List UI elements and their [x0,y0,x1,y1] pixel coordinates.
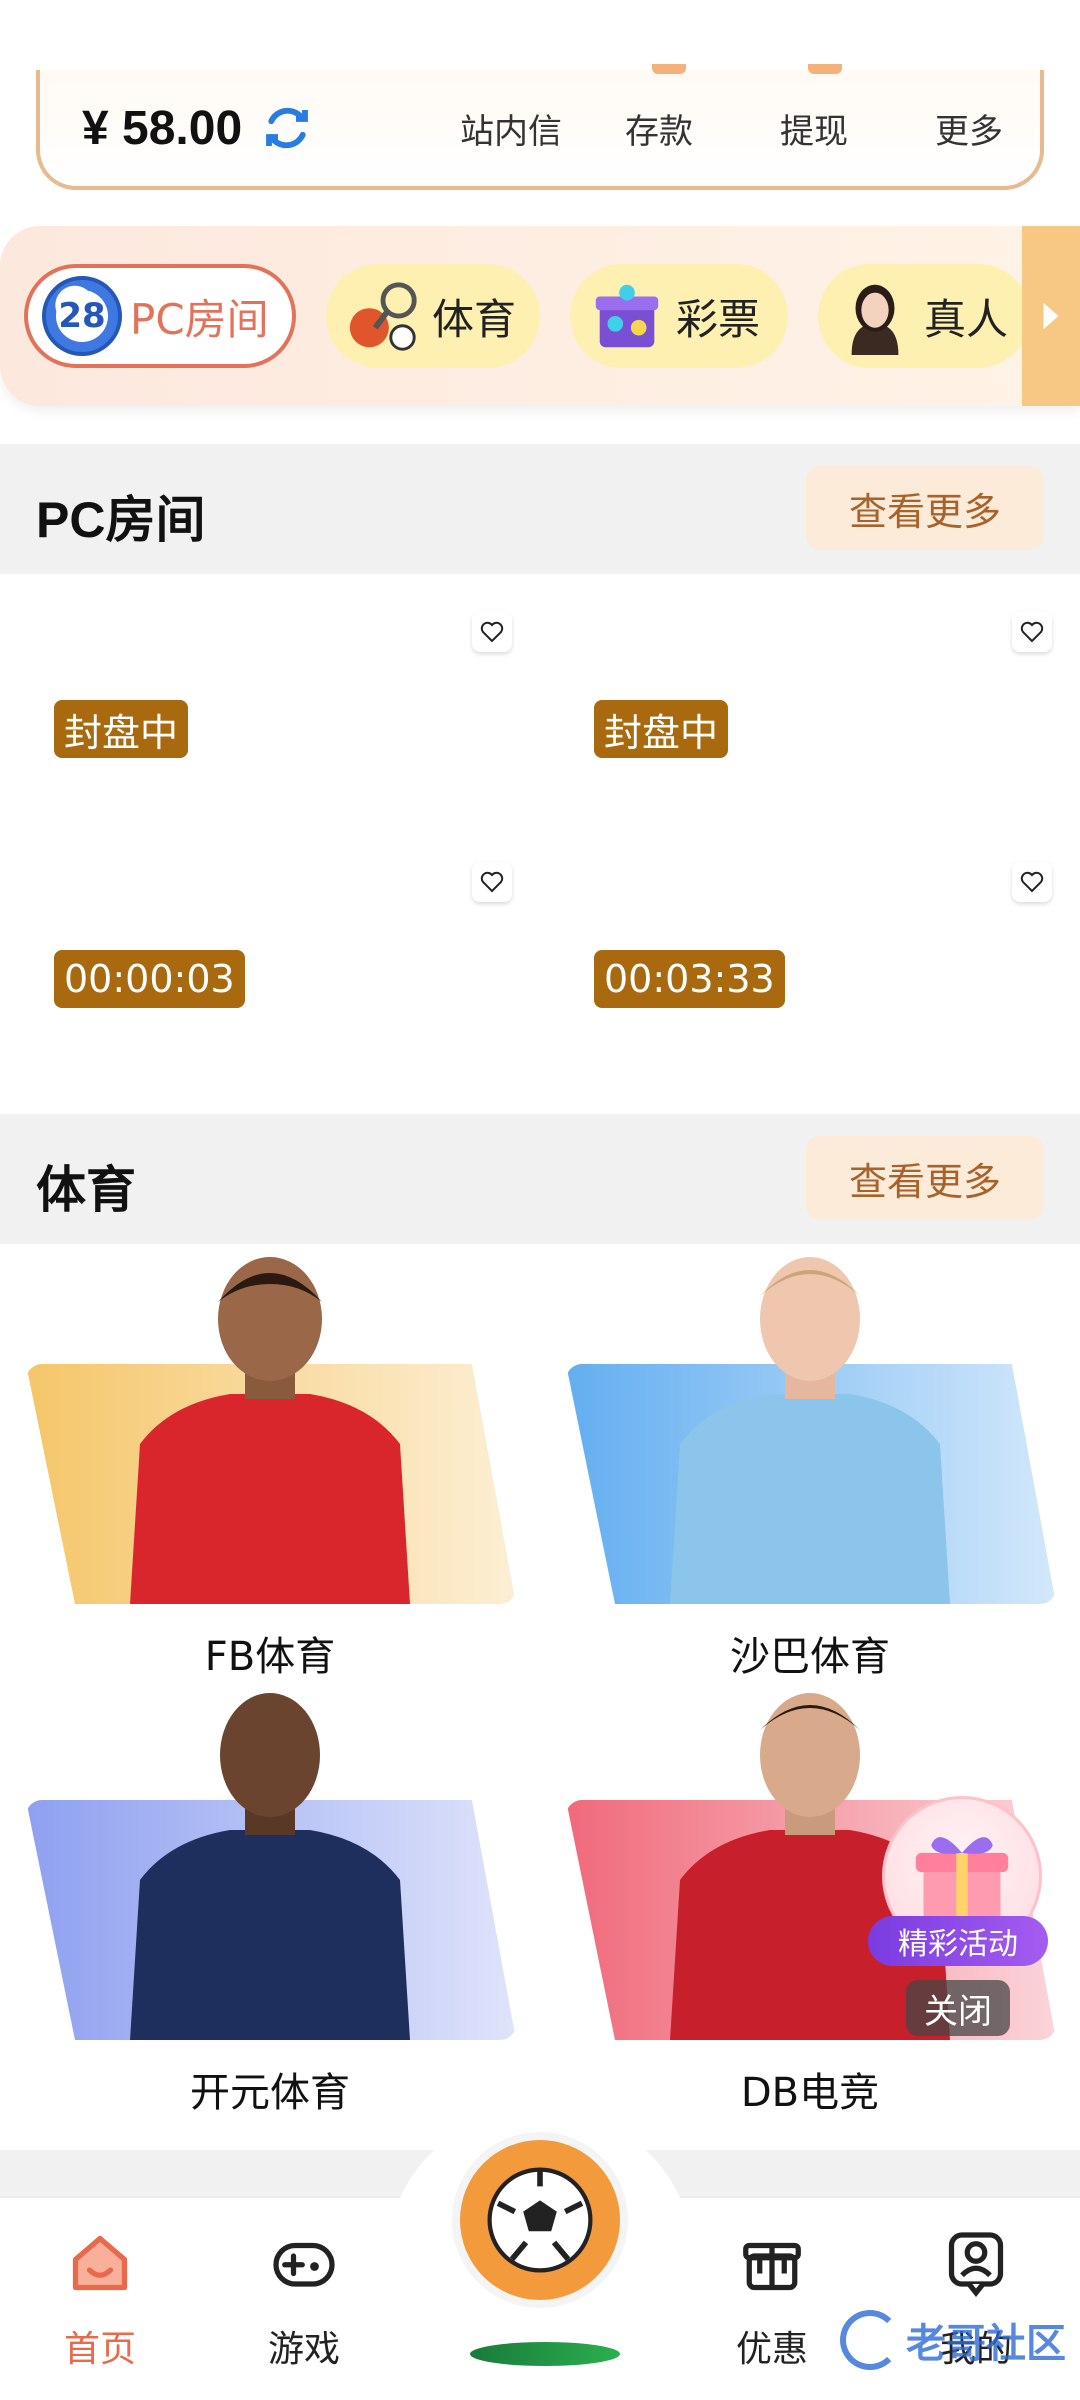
chevron-right-icon [1043,302,1059,330]
wallet-link-withdraw[interactable]: 提现 [780,104,848,153]
nav-games[interactable]: 游戏 [224,2228,384,2388]
category-label: PC房间 [130,294,269,344]
wallet-link-messages[interactable]: 站内信 [460,104,562,153]
heart-icon[interactable] [1012,612,1052,652]
nav-home[interactable]: 首页 [20,2228,180,2388]
pc-room-28-icon: 28 [42,276,122,356]
category-tab-lottery[interactable]: 彩票 [570,264,788,368]
pc-room-card[interactable]: 00:03:33 [540,840,1080,1090]
category-tab-pc-room[interactable]: 28 PC房间 [24,264,296,368]
profile-icon [948,2232,1004,2297]
sports-section-header: 体育 查看更多 [0,1114,1080,1244]
nav-label: 游戏 [267,2329,340,2370]
room-status-badge: 封盘中 [54,700,189,758]
pc-room-card[interactable]: 00:00:03 [0,840,540,1090]
gift-box-icon [743,2242,801,2291]
partial-logo [470,2342,620,2366]
promo-float[interactable]: 精彩活动 关闭 [868,1796,1048,2046]
nav-offers[interactable]: 优惠 [692,2228,852,2388]
refresh-icon[interactable] [260,101,314,155]
sport-name: FB体育 [204,1634,336,1680]
heart-icon[interactable] [472,612,512,652]
player-image [130,1257,410,1604]
pc-section-header: PC房间 查看更多 [0,444,1080,574]
center-soccer-button[interactable] [452,2132,628,2308]
sport-name: 开元体育 [190,2070,350,2116]
wallet-link-deposit[interactable]: 存款 [625,104,693,153]
room-countdown-badge: 00:00:03 [54,950,245,1008]
pc-view-more-button[interactable]: 查看更多 [806,466,1044,550]
room-countdown-badge: 00:03:33 [594,950,785,1008]
sports-balls-icon [349,282,417,351]
section-title: PC房间 [36,492,206,548]
home-icon [72,2235,128,2291]
wallet-link-more[interactable]: 更多 [935,104,1003,153]
player-image [130,1693,410,2040]
pc-room-card[interactable]: 封盘中 [540,590,1080,840]
wallet-balance: ¥ 58.00 [82,101,243,155]
promo-close-button[interactable]: 关闭 [906,1980,1010,2036]
category-label: 体育 [432,294,517,344]
player-image [670,1257,950,1604]
watermark-logo: 老哥社区 [840,2300,1070,2380]
promo-activity-badge[interactable]: 精彩活动 [868,1916,1048,1966]
lottery-box-icon [595,284,659,348]
sport-name: DB电竞 [740,2070,880,2116]
heart-icon[interactable] [472,862,512,902]
category-label: 彩票 [676,294,761,344]
section-title: 体育 [36,1162,136,1218]
category-strip: 28 PC房间 体育 彩票 真人 [0,226,1080,406]
nav-label: 优惠 [735,2329,808,2370]
category-scroll-right-button[interactable] [1022,226,1080,406]
live-dealer-avatar-icon [851,284,899,355]
pc-room-card[interactable]: 封盘中 [0,590,540,840]
sport-name: 沙巴体育 [730,1634,890,1680]
category-tab-sports[interactable]: 体育 [326,264,540,368]
category-label: 真人 [924,294,1009,344]
soccer-ball-icon [487,2167,593,2273]
sport-card-kaiyuan[interactable]: 开元体育 [0,1680,540,2116]
wallet-card: ¥ 58.00 站内信 存款 提现 更多 [36,64,1044,190]
heart-icon[interactable] [1012,862,1052,902]
sport-card-fb[interactable]: FB体育 [0,1244,540,1680]
sport-card-saba[interactable]: 沙巴体育 [540,1244,1080,1680]
gamepad-icon [273,2242,335,2287]
sports-view-more-button[interactable]: 查看更多 [806,1136,1044,1220]
nav-label: 首页 [63,2329,136,2370]
category-tab-live[interactable]: 真人 [818,264,1030,368]
room-status-badge: 封盘中 [594,700,729,758]
